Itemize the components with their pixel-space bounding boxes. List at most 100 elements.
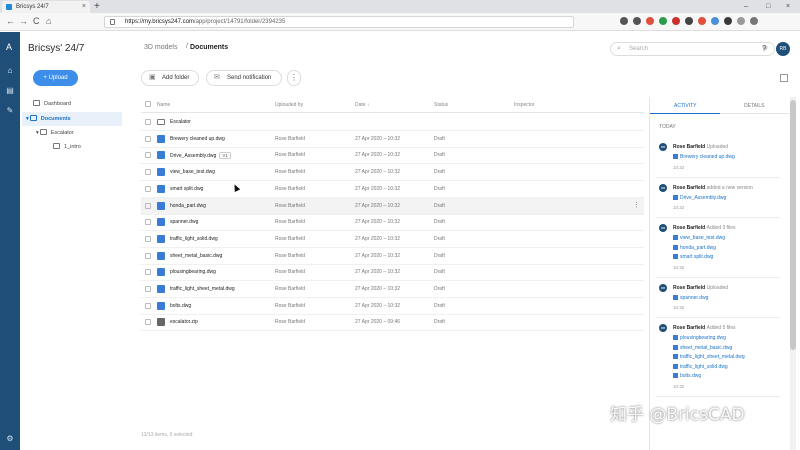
more-options-button[interactable]: ⋮ bbox=[287, 70, 301, 86]
activity-file-link[interactable]: Brewery cleaned up.dwg bbox=[673, 154, 735, 160]
column-header-name[interactable]: Name bbox=[157, 102, 170, 108]
table-row[interactable]: escalator.zip Rose Barfield 27 Apr 2020 – … bbox=[141, 314, 644, 332]
browser-extension-icon[interactable] bbox=[620, 17, 628, 25]
forward-arrow-icon[interactable]: → bbox=[19, 16, 28, 27]
activity-file-link[interactable]: traffic_light_sheet_metal.dwg bbox=[673, 354, 745, 360]
file-name[interactable]: view_base_test.dwg bbox=[170, 169, 215, 175]
row-checkbox[interactable] bbox=[145, 202, 151, 209]
row-checkbox[interactable] bbox=[145, 286, 151, 292]
activity-file-link[interactable]: smart split.dwg bbox=[673, 254, 713, 260]
row-checkbox[interactable] bbox=[145, 252, 151, 259]
table-row[interactable]: Brewery cleaned up.dwg Rose Barfield 27 Ap… bbox=[141, 131, 644, 148]
activity-file-link[interactable]: view_base_test.dwg bbox=[673, 235, 725, 241]
send-notification-button[interactable]: ✉ Send notification bbox=[206, 70, 282, 86]
table-row[interactable]: plousingbearing.dwg Rose Barfield 27 Apr 2… bbox=[141, 264, 644, 282]
activity-file-link[interactable]: plousingbearing.dwg bbox=[673, 335, 726, 341]
select-all-checkbox[interactable] bbox=[145, 101, 151, 107]
file-name[interactable]: traffic_light_sheet_metal.dwg bbox=[170, 286, 235, 292]
table-row[interactable]: traffic_light_solid.dwg Rose Barfield 27 A… bbox=[141, 231, 644, 248]
sidebar-item-1-intro[interactable]: 1_intro bbox=[53, 141, 81, 153]
table-row[interactable]: bolts.dwg Rose Barfield 27 Apr 2020 – 10:3… bbox=[141, 298, 644, 315]
rail-home-icon[interactable]: ⌂ bbox=[5, 66, 15, 76]
rail-tools-icon[interactable]: ✎ bbox=[5, 106, 15, 116]
file-name[interactable]: Brewery cleaned up.dwg bbox=[170, 136, 225, 142]
sidebar-item-documents[interactable]: ▾ Documents bbox=[26, 113, 71, 125]
rail-inbox-icon[interactable]: ▤ bbox=[5, 86, 15, 96]
back-arrow-icon[interactable]: ← bbox=[6, 16, 15, 27]
browser-extension-icon[interactable] bbox=[711, 17, 719, 25]
home-icon[interactable]: ⌂ bbox=[46, 16, 51, 27]
activity-file-link[interactable]: Drive_Assembly.dwg bbox=[673, 194, 726, 201]
browser-extension-icon[interactable] bbox=[646, 17, 654, 25]
row-checkbox[interactable] bbox=[145, 319, 151, 326]
toggle-panel-icon[interactable] bbox=[780, 74, 788, 82]
row-checkbox[interactable] bbox=[145, 185, 151, 192]
row-checkbox[interactable] bbox=[145, 119, 151, 125]
row-checkbox[interactable] bbox=[145, 235, 151, 242]
table-row[interactable]: traffic_light_sheet_metal.dwg Rose Barfie… bbox=[141, 281, 644, 298]
column-header-status[interactable]: Status bbox=[434, 102, 448, 108]
file-name[interactable]: honda_part.dwg bbox=[170, 203, 206, 209]
help-icon[interactable]: ? bbox=[762, 44, 766, 53]
expand-icon[interactable]: ▾ bbox=[26, 116, 29, 122]
row-checkbox[interactable] bbox=[145, 169, 151, 176]
column-header-uploaded-by[interactable]: Uploaded by bbox=[275, 102, 303, 108]
address-bar[interactable]: https://my.bricsys247.com/app/project/14… bbox=[104, 16, 574, 28]
column-header-date[interactable]: Date ↓ bbox=[355, 102, 369, 108]
tab-close-icon[interactable]: × bbox=[82, 1, 86, 13]
row-checkbox[interactable] bbox=[145, 269, 151, 276]
file-name[interactable]: plousingbearing.dwg bbox=[170, 269, 216, 275]
search-input[interactable]: ⌕ Search ⊗ bbox=[610, 42, 775, 56]
window-maximize-button[interactable]: □ bbox=[766, 0, 770, 13]
activity-file-link[interactable]: sheet_metal_basic.dwg bbox=[673, 344, 732, 351]
row-more-icon[interactable]: ⋮ bbox=[633, 201, 640, 209]
activity-file-link[interactable]: spanner.dwg bbox=[673, 294, 708, 301]
browser-extension-icon[interactable] bbox=[672, 17, 680, 25]
reload-icon[interactable]: C bbox=[33, 16, 40, 27]
scrollbar-thumb[interactable] bbox=[790, 100, 796, 350]
file-name[interactable]: Escalator bbox=[170, 119, 191, 125]
add-folder-button[interactable]: ▣ Add folder bbox=[141, 70, 199, 86]
table-row[interactable]: view_base_test.dwg Rose Barfield 27 Apr 20… bbox=[141, 164, 644, 182]
file-name[interactable]: sheet_metal_basic.dwg bbox=[170, 253, 222, 259]
activity-file-link[interactable]: honda_part.dwg bbox=[673, 244, 716, 251]
expand-icon[interactable]: ▾ bbox=[36, 130, 39, 136]
breadcrumb-parent[interactable]: 3D models bbox=[144, 44, 177, 51]
window-minimize-button[interactable]: – bbox=[744, 0, 748, 13]
table-row[interactable]: Drive_Assembly.dwg V1 Rose Barfield 27 Apr … bbox=[141, 147, 644, 165]
row-checkbox[interactable] bbox=[145, 302, 151, 309]
file-name[interactable]: smart split.dwg bbox=[170, 186, 203, 192]
table-row[interactable]: Escalator bbox=[141, 114, 644, 131]
browser-extension-icon[interactable] bbox=[724, 17, 732, 25]
activity-file-link[interactable]: traffic_light_solid.dwg bbox=[673, 363, 728, 370]
row-checkbox[interactable] bbox=[145, 152, 151, 159]
file-name[interactable]: Drive_Assembly.dwg V1 bbox=[170, 152, 231, 160]
browser-extension-icon[interactable] bbox=[737, 17, 745, 25]
browser-extension-icon[interactable] bbox=[750, 17, 758, 25]
tab-activity[interactable]: ACTIVITY bbox=[674, 103, 697, 109]
upload-button[interactable]: + Upload bbox=[33, 70, 78, 86]
table-row[interactable]: spanner.dwg Rose Barfield 27 Apr 2020 – 10… bbox=[141, 214, 644, 232]
browser-tab[interactable]: Bricsys 24/7 × bbox=[2, 1, 90, 13]
browser-extension-icon[interactable] bbox=[659, 17, 667, 25]
sidebar-item-escalator[interactable]: ▾ Escalator bbox=[36, 127, 74, 139]
file-name[interactable]: escalator.zip bbox=[170, 319, 198, 325]
column-header-inspector[interactable]: Inspector bbox=[514, 102, 535, 108]
window-close-button[interactable]: × bbox=[786, 0, 790, 13]
tab-details[interactable]: DETAILS bbox=[744, 103, 764, 109]
avatar[interactable]: RB bbox=[776, 42, 790, 56]
row-checkbox[interactable] bbox=[145, 219, 151, 226]
activity-file-link[interactable]: bolts.dwg bbox=[673, 373, 701, 379]
browser-extension-icon[interactable] bbox=[685, 17, 693, 25]
table-row[interactable]: sheet_metal_basic.dwg Rose Barfield 27 Apr… bbox=[141, 248, 644, 265]
row-checkbox[interactable] bbox=[145, 135, 151, 142]
file-name[interactable]: traffic_light_solid.dwg bbox=[170, 236, 218, 242]
file-name[interactable]: spanner.dwg bbox=[170, 219, 198, 225]
sidebar-item-dashboard[interactable]: Dashboard bbox=[33, 98, 71, 110]
browser-extension-icon[interactable] bbox=[633, 17, 641, 25]
new-tab-button[interactable]: + bbox=[94, 0, 100, 13]
table-row[interactable]: honda_part.dwg Rose Barfield 27 Apr 2020 –… bbox=[141, 197, 644, 215]
file-name[interactable]: bolts.dwg bbox=[170, 303, 191, 309]
table-row[interactable]: smart split.dwg Rose Barfield 27 Apr 2020 … bbox=[141, 181, 644, 198]
browser-extension-icon[interactable] bbox=[698, 17, 706, 25]
